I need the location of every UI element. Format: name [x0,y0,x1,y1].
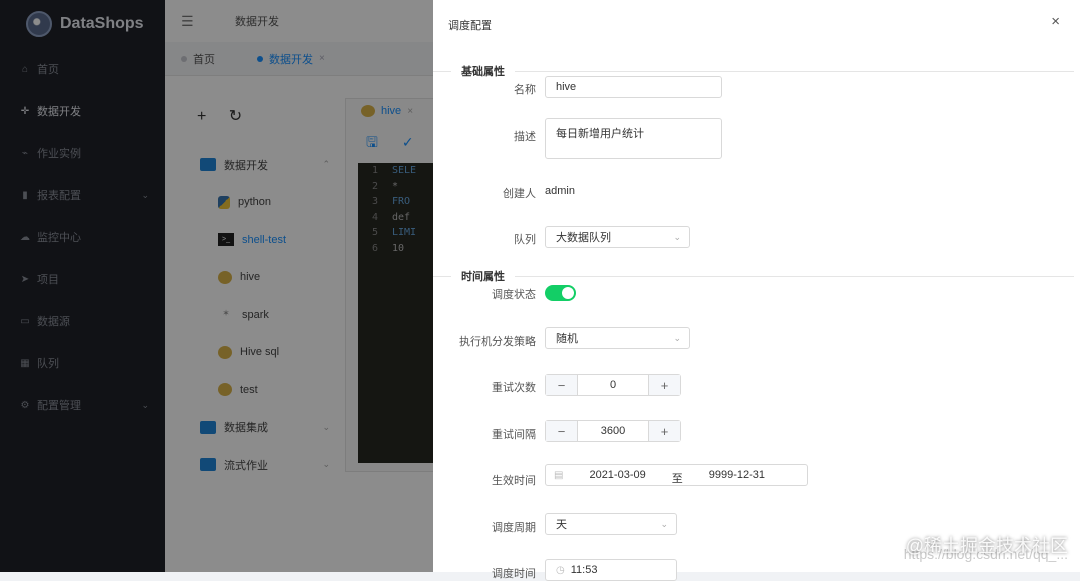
watermark: @稀土掘金技术社区 [905,536,1068,556]
clock-icon: ◷ [556,564,565,576]
decrement-button[interactable]: − [546,375,578,395]
strategy-select[interactable]: 随机 ⌄ [545,327,690,349]
section-title: 基础属性 [461,66,505,78]
strategy-select-value: 随机 [556,333,578,345]
close-icon[interactable]: × [1051,13,1060,30]
divider [433,70,451,72]
name-input[interactable]: hive [545,76,722,98]
divider [433,275,451,277]
drawer-title: 调度配置 [448,20,492,32]
divider [515,70,1074,72]
retry-count-value[interactable]: 0 [578,375,648,395]
creator-label: 创建人 [503,188,536,200]
effective-time-label: 生效时间 [492,475,536,487]
schedule-status-switch[interactable] [545,285,576,301]
section-time: 时间属性 [433,268,1080,284]
increment-button[interactable]: + [648,421,680,441]
section-title: 时间属性 [461,271,505,283]
cycle-label: 调度周期 [492,522,536,534]
end-date[interactable]: 9999-12-31 [709,469,765,481]
retry-interval-value[interactable]: 3600 [578,421,648,441]
chevron-down-icon: ⌄ [673,231,681,242]
schedule-time-picker[interactable]: ◷ 11:53 [545,559,677,581]
retry-interval-label: 重试间隔 [492,429,536,441]
schedule-status-label: 调度状态 [492,289,536,301]
description-textarea[interactable]: 每日新增用户统计 [545,118,722,159]
queue-label: 队列 [514,234,536,246]
schedule-time-value: 11:53 [570,564,598,576]
strategy-label: 执行机分发策略 [459,336,536,348]
chevron-down-icon: ⌄ [660,518,668,529]
increment-button[interactable]: + [648,375,680,395]
cycle-select-value: 天 [556,519,567,531]
retry-count-label: 重试次数 [492,382,536,394]
range-separator: 至 [671,473,683,485]
effective-date-range[interactable]: ▤ 2021-03-09 至 9999-12-31 [545,464,808,486]
schedule-config-drawer: 调度配置 × 基础属性 名称 hive 描述 每日新增用户统计 创建人 admi… [433,0,1080,581]
chevron-down-icon: ⌄ [673,332,681,343]
queue-select-value: 大数据队列 [556,232,611,244]
name-label: 名称 [514,84,536,96]
description-label: 描述 [514,131,536,143]
retry-count-stepper: − 0 + [545,374,681,396]
queue-select[interactable]: 大数据队列 ⌄ [545,226,690,248]
divider [515,275,1074,277]
decrement-button[interactable]: − [546,421,578,441]
section-basic: 基础属性 [433,63,1080,79]
start-date[interactable]: 2021-03-09 [589,469,645,481]
creator-value: admin [545,185,575,197]
retry-interval-stepper: − 3600 + [545,420,681,442]
calendar-icon: ▤ [554,469,564,481]
schedule-time-label: 调度时间 [492,568,536,580]
cycle-select[interactable]: 天 ⌄ [545,513,677,535]
